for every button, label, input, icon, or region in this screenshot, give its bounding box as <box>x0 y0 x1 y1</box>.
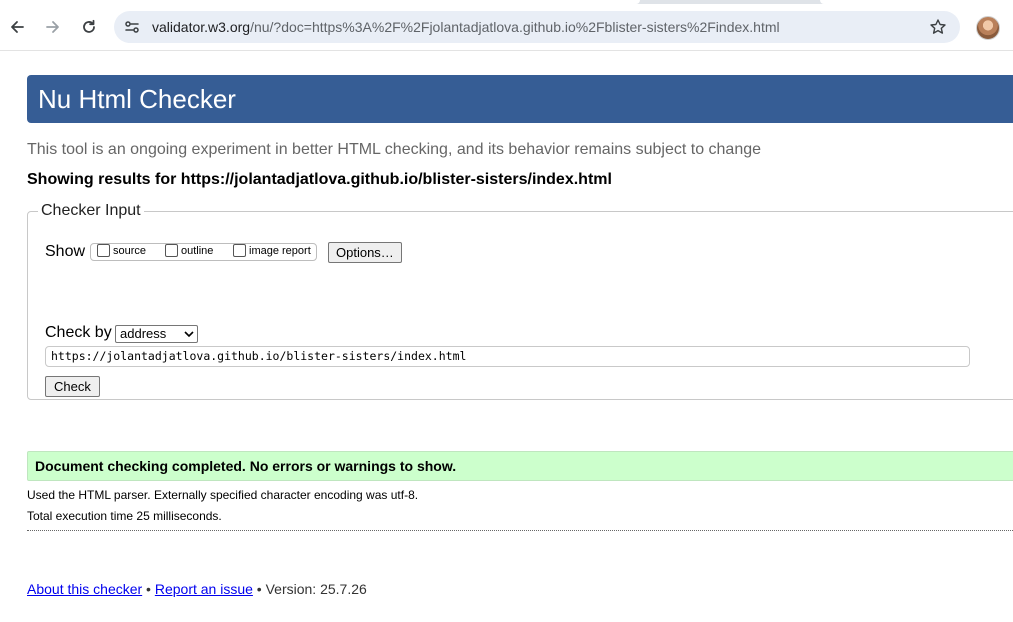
outline-checkbox[interactable] <box>165 244 178 257</box>
options-button[interactable]: Options… <box>328 242 402 263</box>
report-issue-link[interactable]: Report an issue <box>155 581 253 597</box>
parser-info-text: Used the HTML parser. Externally specifi… <box>27 488 419 502</box>
browser-toolbar: validator.w3.org/nu/?doc=https%3A%2F%2Fj… <box>0 4 1013 51</box>
forward-arrow-icon <box>46 21 59 33</box>
url-domain: validator.w3.org <box>152 19 251 35</box>
image-report-option-label: image report <box>249 244 311 257</box>
header-banner: Nu Html Checker <box>27 75 1013 123</box>
document-url-input[interactable]: https://jolantadjatlova.github.io/bliste… <box>45 346 970 367</box>
back-button[interactable] <box>2 12 32 42</box>
check-by-select[interactable]: address <box>115 325 198 343</box>
source-option-label: source <box>113 244 147 257</box>
footer: About this checker • Report an issue • V… <box>27 581 367 597</box>
reload-icon <box>83 19 95 33</box>
check-by-label: Check by <box>45 324 112 341</box>
image-report-option[interactable]: image report <box>233 244 311 257</box>
page-content: Nu Html Checker This tool is an ongoing … <box>0 51 1013 622</box>
outline-option[interactable]: outline <box>165 244 213 257</box>
source-option[interactable]: source <box>97 244 146 257</box>
execution-time-text: Total execution time 25 milliseconds. <box>27 509 222 523</box>
url-text[interactable]: validator.w3.org/nu/?doc=https%3A%2F%2Fj… <box>152 19 780 35</box>
chevron-down-icon <box>184 331 194 338</box>
intro-text: This tool is an ongoing experiment in be… <box>27 141 762 158</box>
url-path: /nu/?doc=https%3A%2F%2Fjolantadjatlova.g… <box>250 19 780 35</box>
version-text: • Version: 25.7.26 <box>252 581 367 597</box>
checker-input-legend: Checker Input <box>41 202 141 219</box>
checker-input-fieldset: Checker Input Show source outline image … <box>27 202 1013 400</box>
site-info-icon[interactable] <box>122 17 142 37</box>
profile-avatar[interactable] <box>976 16 1000 40</box>
success-message: Document checking completed. No errors o… <box>27 451 1013 481</box>
about-checker-link[interactable]: About this checker <box>27 581 142 597</box>
divider <box>27 530 1013 531</box>
forward-button[interactable] <box>38 12 68 42</box>
image-report-checkbox[interactable] <box>233 244 246 257</box>
address-bar[interactable]: validator.w3.org/nu/?doc=https%3A%2F%2Fj… <box>114 11 960 43</box>
outline-option-label: outline <box>181 244 214 257</box>
footer-separator: • <box>142 581 155 597</box>
check-by-selected-value: address <box>120 326 167 341</box>
show-options-group: source outline image report <box>90 243 317 261</box>
show-label: Show <box>45 243 86 260</box>
back-arrow-icon <box>11 21 24 33</box>
source-checkbox[interactable] <box>97 244 110 257</box>
bookmark-star-icon[interactable] <box>928 17 948 37</box>
page-title: Nu Html Checker <box>38 84 236 114</box>
reload-button[interactable] <box>74 12 104 42</box>
check-button[interactable]: Check <box>45 376 100 397</box>
showing-results-heading: Showing results for https://jolantadjatl… <box>27 171 612 188</box>
